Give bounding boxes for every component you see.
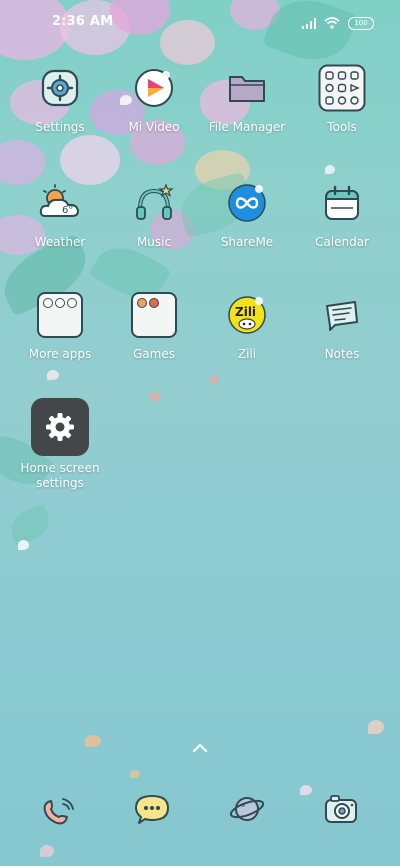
app-music[interactable]: Music	[104, 178, 204, 249]
app-label: Calendar	[315, 235, 369, 249]
camera-icon	[321, 791, 361, 831]
messages-icon	[132, 791, 172, 831]
status-time: 2:36 AM	[52, 14, 114, 29]
app-label: Mi Video	[128, 120, 180, 134]
app-home-screen-settings[interactable]: Home screen settings	[10, 398, 110, 491]
chevron-up-icon[interactable]	[190, 740, 210, 754]
calendar-icon	[317, 178, 367, 228]
zili-icon: Zili	[222, 290, 272, 340]
headphones-icon	[129, 178, 179, 228]
app-more-apps[interactable]: More apps	[10, 290, 110, 361]
app-file-manager[interactable]: File Manager	[197, 63, 297, 134]
app-label: Tools	[327, 120, 357, 134]
home-settings-line2: settings	[36, 476, 84, 490]
dock-browser[interactable]	[217, 786, 277, 836]
app-tools[interactable]: Tools	[292, 63, 392, 134]
app-mi-video[interactable]: Mi Video	[104, 63, 204, 134]
app-label: More apps	[28, 347, 92, 361]
apps-folder-icon	[35, 290, 85, 340]
app-zili[interactable]: Zili Zili	[197, 290, 297, 361]
battery-icon: 100	[348, 17, 374, 30]
sun-cloud-icon: 6°	[35, 178, 85, 228]
status-icons: 100	[302, 14, 374, 33]
app-games[interactable]: Games	[104, 290, 204, 361]
settings-gear-icon	[35, 63, 85, 113]
app-label: Settings	[35, 120, 85, 134]
signal-icon	[302, 14, 316, 33]
play-icon	[129, 63, 179, 113]
app-label: File Manager	[208, 120, 286, 134]
status-bar: 2:36 AM 100	[0, 0, 400, 44]
app-label: ShareMe	[220, 235, 274, 249]
browser-planet-icon	[227, 791, 267, 831]
app-settings[interactable]: Settings	[10, 63, 110, 134]
app-shareme[interactable]: ShareMe	[197, 178, 297, 249]
notes-icon	[317, 290, 367, 340]
home-settings-line1: Home screen	[20, 461, 100, 475]
infinity-icon	[222, 178, 272, 228]
app-label: Zili	[237, 347, 257, 361]
app-label: Weather	[34, 235, 86, 249]
dock-phone[interactable]	[29, 786, 89, 836]
app-label: Home screen settings	[10, 461, 110, 491]
dock-camera[interactable]	[311, 786, 371, 836]
home-settings-gear-icon	[31, 398, 89, 456]
app-notes[interactable]: Notes	[292, 290, 392, 361]
folder-icon	[222, 63, 272, 113]
app-label: Games	[133, 347, 175, 361]
app-weather[interactable]: 6° Weather	[10, 178, 110, 249]
app-label: Notes	[324, 347, 360, 361]
app-calendar[interactable]: Calendar	[292, 178, 392, 249]
tools-folder-icon	[317, 63, 367, 113]
phone-icon	[39, 791, 79, 831]
games-folder-icon	[129, 290, 179, 340]
dock-messages[interactable]	[122, 786, 182, 836]
app-label: Music	[136, 235, 172, 249]
zili-logo-text: Zili	[235, 305, 256, 319]
wifi-icon	[324, 14, 340, 33]
weather-temp: 6°	[62, 205, 73, 216]
